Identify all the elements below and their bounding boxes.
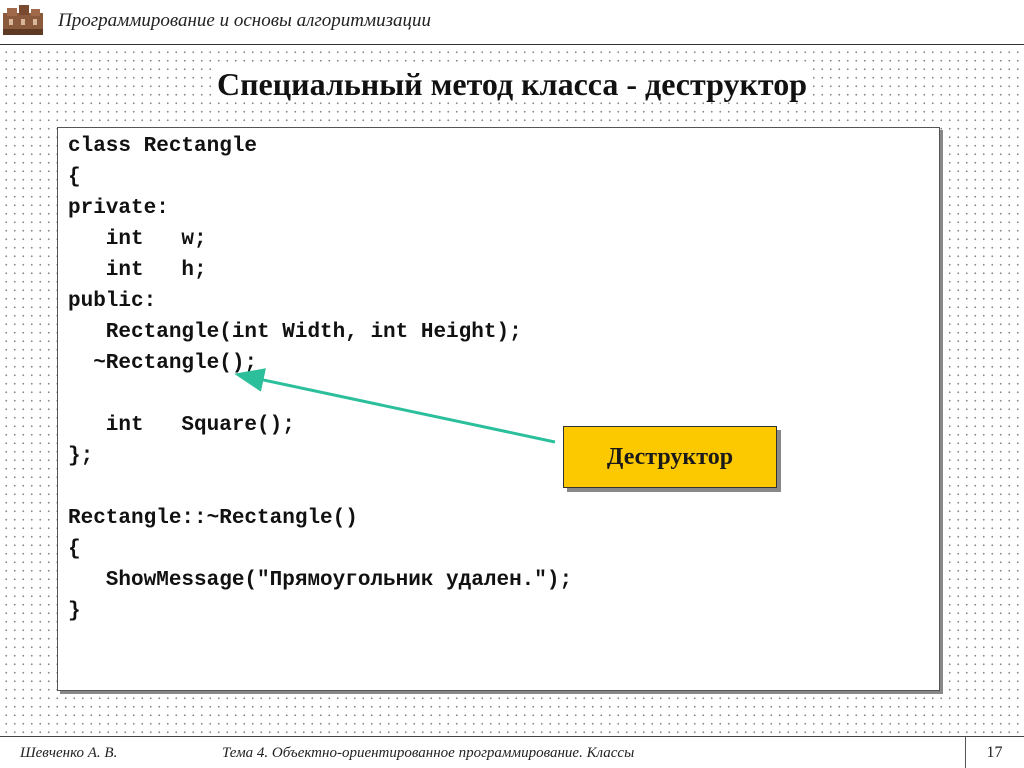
slide-title-text: Специальный метод класса - деструктор bbox=[210, 66, 814, 102]
footer-topic: Тема 4. Объектно-ориентированное програм… bbox=[222, 745, 635, 761]
destructor-callout: Деструктор bbox=[563, 426, 777, 488]
code-line: class Rectangle bbox=[68, 135, 258, 158]
slide-title: Специальный метод класса - деструктор bbox=[0, 66, 1024, 103]
header-divider bbox=[0, 44, 1024, 45]
code-line: ShowMessage("Прямоугольник удален."); bbox=[68, 569, 573, 592]
code-line: public: bbox=[68, 290, 157, 313]
footer-author: Шевченко А. В. bbox=[20, 745, 118, 761]
code-line: }; bbox=[68, 445, 94, 468]
code-line-destructor-declaration: ~Rectangle(); bbox=[68, 352, 258, 375]
slide-footer: Шевченко А. В. Тема 4. Объектно-ориентир… bbox=[0, 736, 1024, 768]
code-line: { bbox=[68, 166, 81, 189]
page-number: 17 bbox=[986, 744, 1003, 761]
castle-logo-icon bbox=[3, 5, 43, 35]
code-line: { bbox=[68, 538, 81, 561]
code-line: } bbox=[68, 600, 81, 623]
code-line-destructor-definition: Rectangle::~Rectangle() bbox=[68, 507, 358, 530]
code-line: int Square(); bbox=[68, 414, 295, 437]
callout-label: Деструктор bbox=[606, 443, 734, 470]
slide-header: Программирование и основы алгоритмизации bbox=[0, 0, 1024, 44]
code-block: class Rectangle { private: int w; int h; pu… bbox=[68, 131, 572, 627]
code-line: int w; bbox=[68, 228, 207, 251]
code-line: int h; bbox=[68, 259, 207, 282]
code-line: Rectangle(int Width, int Height); bbox=[68, 321, 522, 344]
code-line: private: bbox=[68, 197, 169, 220]
course-title: Программирование и основы алгоритмизации bbox=[58, 10, 432, 31]
